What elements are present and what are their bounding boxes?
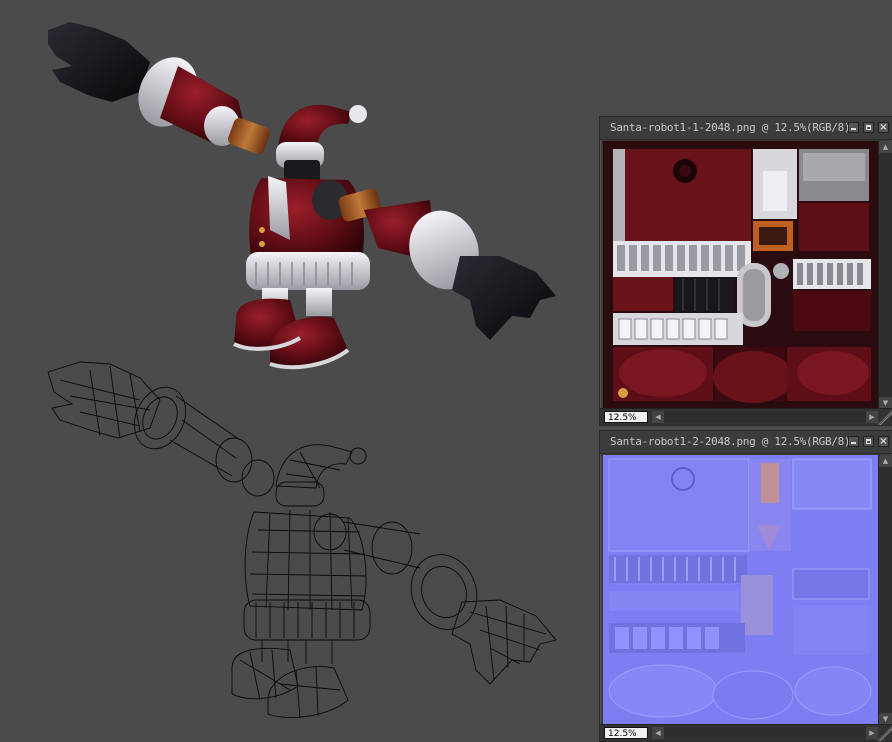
normal-map-texture-image bbox=[603, 455, 878, 725]
horizontal-scrollbar[interactable]: ◀ ▶ bbox=[652, 411, 878, 423]
right-leg bbox=[306, 288, 332, 316]
minimize-icon[interactable] bbox=[848, 436, 859, 447]
status-bar: 12.5% ◀ ▶ bbox=[600, 724, 892, 741]
coat-button bbox=[259, 241, 265, 247]
resize-grip-icon[interactable] bbox=[878, 409, 892, 425]
scroll-up-arrow-icon[interactable]: ▲ bbox=[879, 455, 892, 467]
texture-window-diffuse[interactable]: Santa-robot1-1-2048.png @ 12.5%(RGB/8) × bbox=[599, 116, 892, 426]
resize-grip-icon[interactable] bbox=[878, 725, 892, 741]
scroll-right-arrow-icon[interactable]: ▶ bbox=[866, 411, 878, 423]
window-controls: × bbox=[848, 122, 889, 133]
santa-robot-wireframe bbox=[47, 361, 557, 719]
maximize-icon[interactable] bbox=[863, 436, 874, 447]
hat-pom bbox=[349, 105, 367, 123]
texture-window-normal-map[interactable]: Santa-robot1-2-2048.png @ 12.5%(RGB/8) × bbox=[599, 430, 892, 742]
scroll-left-arrow-icon[interactable]: ◀ bbox=[652, 411, 664, 423]
zoom-level-field[interactable]: 12.5% bbox=[604, 411, 648, 423]
left-glove bbox=[48, 22, 150, 102]
santa-robot-model bbox=[48, 22, 556, 370]
right-glove bbox=[452, 256, 556, 340]
minimize-icon[interactable] bbox=[848, 122, 859, 133]
vertical-scrollbar[interactable]: ▲ ▼ bbox=[878, 141, 892, 409]
scroll-up-arrow-icon[interactable]: ▲ bbox=[879, 141, 892, 153]
vertical-scrollbar[interactable]: ▲ ▼ bbox=[878, 455, 892, 725]
horizontal-scrollbar[interactable]: ◀ ▶ bbox=[652, 727, 878, 739]
maximize-icon[interactable] bbox=[863, 122, 874, 133]
image-canvas[interactable] bbox=[603, 455, 878, 725]
image-canvas[interactable] bbox=[603, 141, 878, 409]
status-bar: 12.5% ◀ ▶ bbox=[600, 408, 892, 425]
diffuse-texture-image bbox=[603, 141, 878, 409]
window-controls: × bbox=[848, 436, 889, 447]
scroll-left-arrow-icon[interactable]: ◀ bbox=[652, 727, 664, 739]
scroll-right-arrow-icon[interactable]: ▶ bbox=[866, 727, 878, 739]
close-icon[interactable]: × bbox=[878, 122, 889, 133]
zoom-level-field[interactable]: 12.5% bbox=[604, 727, 648, 739]
coat-button bbox=[259, 227, 265, 233]
close-icon[interactable]: × bbox=[878, 436, 889, 447]
